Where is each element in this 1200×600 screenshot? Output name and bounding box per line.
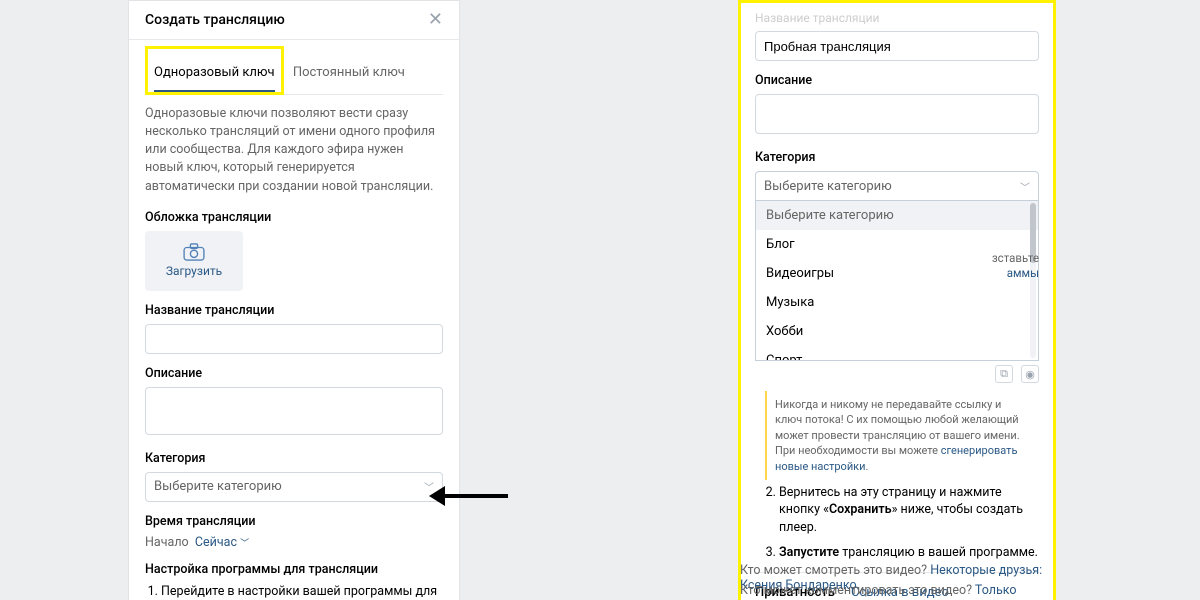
chevron-down-icon: ﹀ — [1020, 179, 1030, 194]
stream-description-input[interactable] — [755, 94, 1039, 134]
copy-icon[interactable]: ⧉ — [995, 365, 1013, 383]
setup-step-3: Запустите трансляцию в вашей программе. — [779, 544, 1039, 562]
description-label: Описание — [145, 366, 443, 381]
tab-permanent-key[interactable]: Постоянный ключ — [287, 55, 405, 90]
category-option[interactable]: Выберите категорию — [756, 201, 1038, 230]
tab-one-time-key[interactable]: Одноразовый ключ — [154, 55, 275, 92]
stream-description-input[interactable] — [145, 387, 443, 435]
chevron-down-icon: ﹀ — [240, 539, 249, 549]
eye-icon[interactable]: ◉ — [1021, 365, 1039, 383]
hint-cut-1: зставьте — [992, 251, 1039, 265]
annotation-arrow — [443, 494, 508, 498]
setup-label: Настройка программы для трансляции — [145, 562, 443, 577]
category-option[interactable]: Музыка — [756, 288, 1038, 317]
close-icon[interactable]: ✕ — [428, 11, 443, 29]
category-select[interactable]: Выберите категорию ﹀ — [145, 472, 443, 502]
time-now-link[interactable]: Сейчас ﹀ — [195, 535, 249, 550]
modal-title: Создать трансляцию — [145, 12, 285, 28]
create-stream-modal: Создать трансляцию ✕ Одноразовый ключ По… — [128, 0, 460, 600]
category-placeholder: Выберите категорию — [154, 479, 282, 494]
cover-label: Обложка трансляции — [145, 210, 443, 225]
stream-warning: Никогда и никому не передавайте ссылку и… — [765, 391, 1039, 480]
category-option[interactable]: Спорт — [756, 346, 1038, 361]
setup-step-1: Перейдите в настройки вашей программы дл… — [161, 583, 443, 600]
stream-name-input[interactable] — [755, 31, 1039, 61]
upload-cover-button[interactable]: Загрузить — [145, 231, 243, 291]
who-comment-label: Кто может комментировать это видео? — [740, 583, 972, 598]
camera-icon — [183, 243, 205, 261]
time-label: Время трансляции — [145, 514, 443, 529]
time-start-label: Начало — [145, 535, 189, 550]
who-watch-label: Кто может смотреть это видео? — [740, 563, 927, 578]
right-panel: Название трансляции Описание Категория В… — [738, 0, 1056, 600]
category-label: Категория — [145, 451, 443, 466]
upload-label: Загрузить — [166, 264, 222, 278]
category-options: Выберите категорию Блог Видеоигры Музыка… — [755, 201, 1039, 361]
category-option[interactable]: Хобби — [756, 317, 1038, 346]
name-label: Название трансляции — [145, 303, 443, 318]
tabs-description: Одноразовые ключи позволяют вести сразу … — [145, 105, 443, 196]
stream-name-input[interactable] — [145, 324, 443, 354]
description-label: Описание — [755, 73, 1039, 88]
name-label-cut: Название трансляции — [755, 11, 1039, 25]
category-label: Категория — [755, 150, 1039, 165]
hint-cut-2: аммы — [1007, 266, 1039, 280]
setup-step-2: Вернитесь на эту страницу и нажмите кноп… — [779, 484, 1039, 537]
